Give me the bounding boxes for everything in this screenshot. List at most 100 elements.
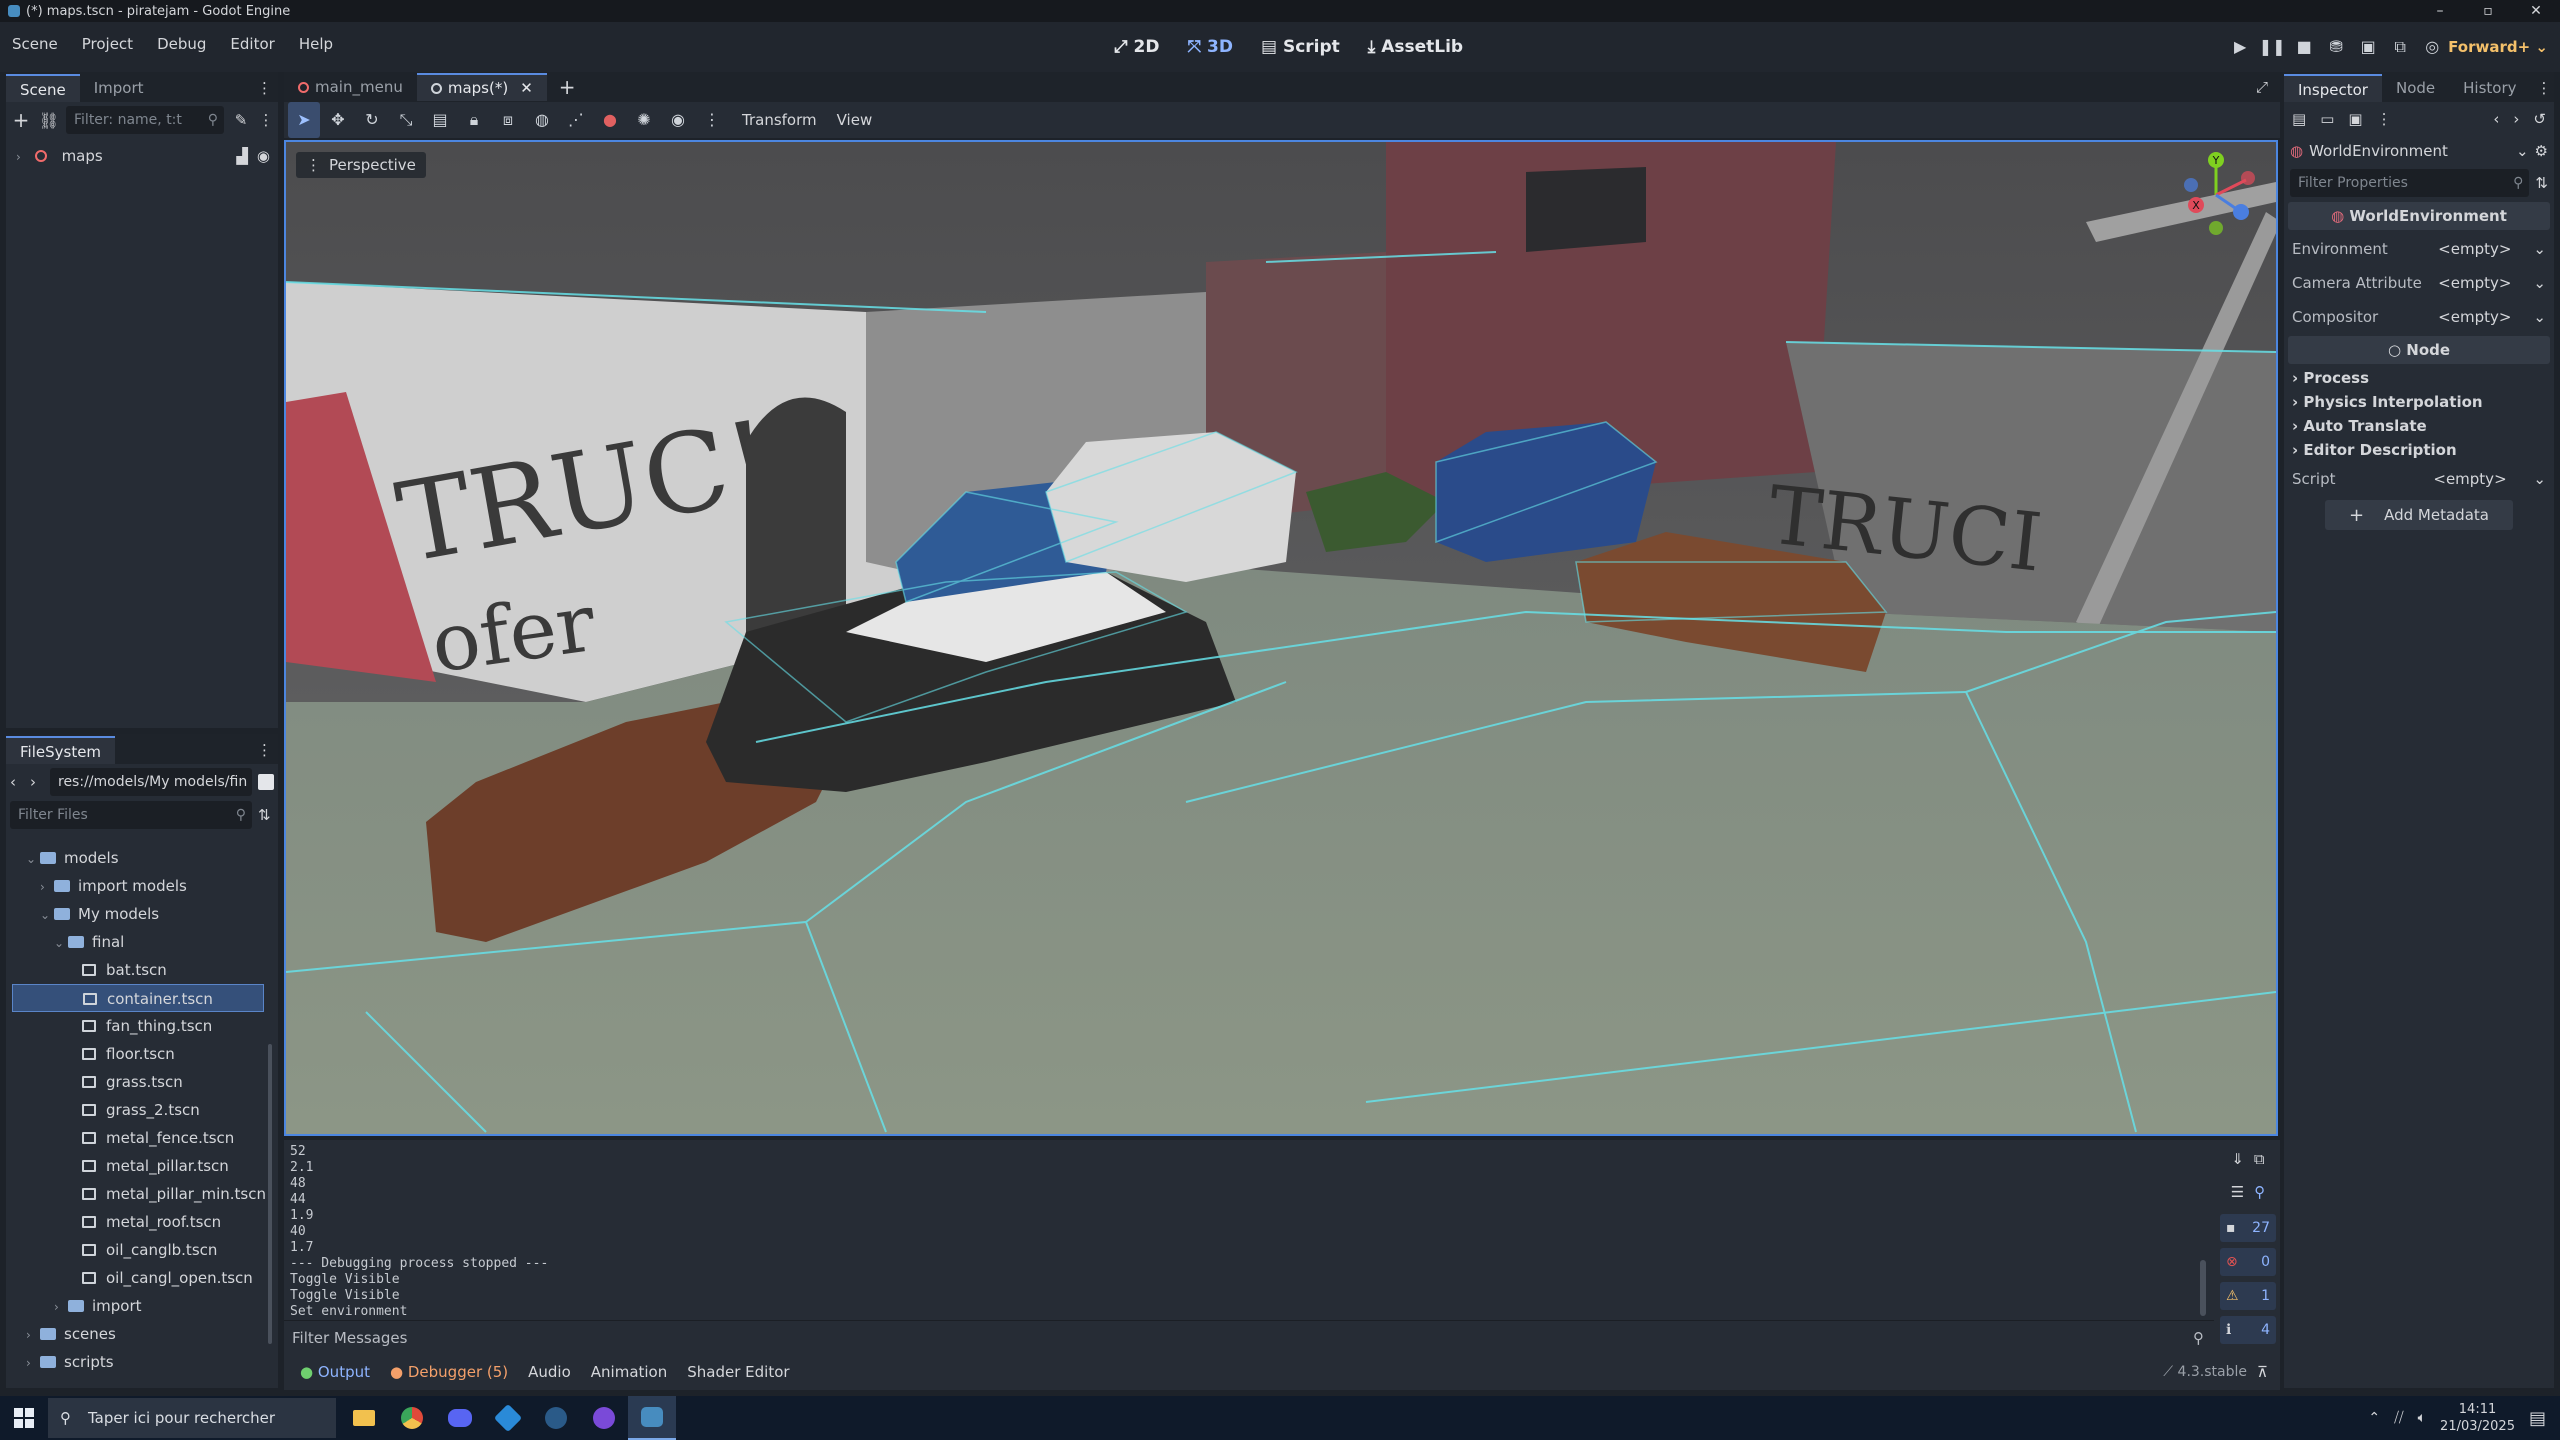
rotate-tool-icon[interactable]: ↻ [356,102,388,138]
property-group[interactable]: › Editor Description [2284,438,2554,462]
output-log[interactable]: 52 2.1 48 44 1.9 40 1.7 --- Debugging process s… [290,1144,2210,1320]
file-item[interactable]: oil_canglb.tscn [12,1236,264,1264]
selectable-nodes-icon[interactable]: ▤ [424,102,456,138]
file-item[interactable]: fan_thing.tscn [12,1012,264,1040]
warnings-filter-toggle[interactable]: ⚠ 1 [2220,1282,2276,1310]
tab-output[interactable]: ● Output [290,1354,380,1390]
orientation-gizmo[interactable]: Y X [2166,150,2266,240]
godot-icon[interactable] [628,1396,676,1440]
folder-item[interactable]: › import models [12,872,264,900]
taskbar-search-box[interactable]: ⚲ Taper ici pour rechercher [48,1398,336,1438]
tab-shader-editor[interactable]: Shader Editor [677,1354,799,1390]
tab-animation[interactable]: Animation [581,1354,677,1390]
chevron-right-icon[interactable]: › [26,1321,40,1349]
dock-menu-icon[interactable]: ⋮ [251,736,278,764]
chevron-down-icon[interactable]: ⌄ [26,845,40,873]
move-tool-icon[interactable]: ✥ [322,102,354,138]
local-space-icon[interactable]: ◍ [526,102,558,138]
history-forward-icon[interactable]: › [2513,110,2519,128]
file-item[interactable]: metal_pillar.tscn [12,1152,264,1180]
sun-preview-icon[interactable]: ● [594,102,626,138]
chevron-down-icon[interactable]: ⌄ [54,929,68,957]
tab-import[interactable]: Import [80,74,158,102]
minimize-button[interactable]: – [2416,0,2464,22]
steam-icon[interactable] [532,1396,580,1440]
notifications-icon[interactable]: ▤ [2529,1408,2546,1429]
node-properties-icon[interactable]: ⚙ [2535,142,2548,160]
scene-filter-input[interactable]: Filter: name, t:t ⚲ [66,106,224,134]
transform-menu[interactable]: Transform [730,111,829,129]
view-menu[interactable]: View [831,111,879,129]
tab-node[interactable]: Node [2382,74,2449,102]
add-node-icon[interactable]: + [10,108,32,132]
network-icon[interactable]: ⧸⧸ [2394,1410,2404,1426]
property-group[interactable]: › Process [2284,366,2554,390]
info-filter-toggle[interactable]: ℹ 4 [2220,1316,2276,1344]
property-group[interactable]: › Auto Translate [2284,414,2554,438]
resource-menu-icon[interactable]: ⋮ [2377,110,2392,128]
play-scene-icon[interactable]: ▣ [2352,22,2384,72]
filter-properties-input[interactable]: Filter Properties ⚲ [2290,169,2530,197]
chevron-right-icon[interactable]: › [16,143,30,171]
pause-icon[interactable]: ❚❚ [2256,22,2288,72]
file-item[interactable]: bat.tscn [12,956,264,984]
property-value-picker[interactable]: <empty> ⌄ [2438,300,2546,334]
history-back-icon[interactable]: ‹ [2493,110,2499,128]
copy-output-icon[interactable]: ⧉ [2254,1150,2265,1168]
property-value-picker[interactable]: <empty> ⌄ [2433,462,2546,496]
mode-assetlib-button[interactable]: ⤓ AssetLib [1354,22,1477,72]
menu-scene[interactable]: Scene [0,22,70,66]
load-resource-icon[interactable]: ▭ [2320,110,2334,128]
forward-arrow-icon[interactable]: › [30,773,44,791]
close-button[interactable]: ✕ [2512,0,2560,22]
menu-debug[interactable]: Debug [145,22,218,66]
start-windows-icon[interactable] [14,1408,34,1428]
folder-item[interactable]: › scenes [12,1320,264,1348]
group-icon[interactable]: ⧈ [492,102,524,138]
attach-script-icon[interactable]: ✎ [230,111,252,129]
pin-panel-icon[interactable]: ⊼ [2257,1363,2280,1381]
visibility-eye-icon[interactable]: ◉ [257,142,270,170]
property-value-picker[interactable]: <empty> ⌄ [2438,232,2546,266]
chevron-down-icon[interactable]: ⌄ [2516,142,2529,160]
tab-inspector[interactable]: Inspector [2284,74,2382,102]
renderer-selector[interactable]: Forward+ ⌄ [2448,22,2560,72]
object-history-icon[interactable]: ↺ [2533,110,2546,128]
folder-item[interactable]: ⌄ final [12,928,264,956]
chevron-down-icon[interactable]: ⌄ [40,901,54,929]
file-item[interactable]: container.tscn [12,984,264,1012]
distraction-free-icon[interactable]: ⤢ [2244,78,2280,96]
back-arrow-icon[interactable]: ‹ [10,773,24,791]
split-mode-icon[interactable] [258,774,274,790]
lock-icon[interactable]: 🔒︎ [458,102,490,138]
folder-item[interactable]: › scripts [12,1348,264,1374]
file-item[interactable]: metal_pillar_min.tscn [12,1180,266,1208]
toolbar-menu-icon[interactable]: ⋮ [696,102,728,138]
mode-3d-button[interactable]: ⤧ 3D [1173,22,1246,72]
environment-preview-icon[interactable]: ◉ [662,102,694,138]
movie-maker-icon[interactable]: ◎ [2416,22,2448,72]
file-filter-input[interactable]: Filter Files ⚲ [10,801,252,829]
file-item[interactable]: grass_2.tscn [12,1096,264,1124]
tab-audio[interactable]: Audio [518,1354,581,1390]
scene-tree-root[interactable]: › maps ▟ ◉ [6,142,278,170]
perspective-menu[interactable]: ⋮ Perspective [296,152,426,178]
mode-script-button[interactable]: ▤ Script [1247,22,1354,72]
chevron-right-icon[interactable]: › [40,873,54,901]
filesystem-scrollbar[interactable] [268,1044,272,1344]
file-item[interactable]: oil_cangl_open.tscn [12,1264,264,1292]
dock-menu-icon[interactable]: ⋮ [2531,74,2558,102]
file-explorer-icon[interactable] [340,1396,388,1440]
discord-icon[interactable] [436,1396,484,1440]
tab-debugger[interactable]: ● Debugger (5) [380,1354,518,1390]
close-tab-icon[interactable]: ✕ [520,74,533,102]
property-value-picker[interactable]: <empty> ⌄ [2438,266,2546,300]
snap-icon[interactable]: ⋰ [560,102,592,138]
instance-scene-icon[interactable]: ⛓ [38,111,60,130]
remote-debug-icon[interactable]: ⛃ [2320,22,2352,72]
chrome-icon[interactable] [388,1396,436,1440]
play-icon[interactable]: ▶ [2224,22,2256,72]
clock[interactable]: 14:11 21/03/2025 [2440,1401,2515,1435]
tab-main-menu[interactable]: main_menu [284,73,417,101]
add-metadata-button[interactable]: + Add Metadata [2325,500,2513,530]
